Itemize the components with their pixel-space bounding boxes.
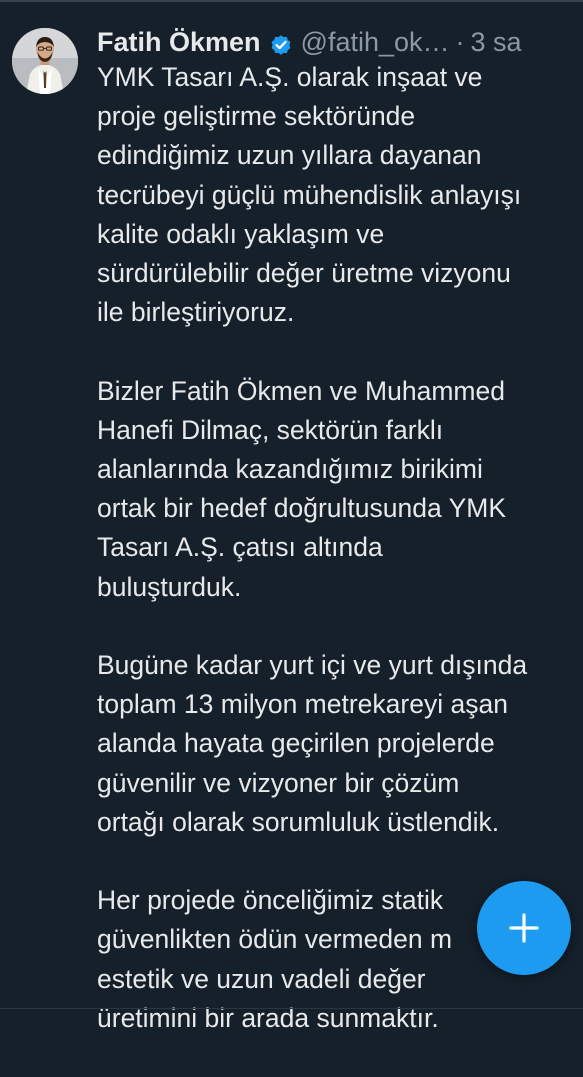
text-line: Hanefi Dilmaç, sektörün farklı: [97, 414, 444, 445]
tweet-paragraph: Bugüne kadar yurt içi ve yurt dışında to…: [97, 646, 577, 842]
verified-badge-icon[interactable]: [269, 30, 293, 55]
text-line: ile birleştiriyoruz.: [97, 297, 295, 328]
text-line: kalite odaklı yaklaşım ve: [97, 218, 385, 249]
text-line: Bizler Fatih Ökmen ve Muhammed: [97, 375, 505, 406]
avatar[interactable]: [12, 28, 78, 94]
author-name[interactable]: Fatih Ökmen: [97, 24, 261, 60]
text-line: alanda hayata geçirilen projelerde: [97, 728, 495, 759]
text-line: Bugüne kadar yurt içi ve yurt dışında: [97, 650, 528, 681]
text-line: Tasarı A.Ş. çatısı altında: [97, 532, 383, 563]
text-line: YMK Tasarı A.Ş. olarak inşaat ve: [97, 62, 483, 92]
plus-icon: [509, 913, 539, 943]
header-separator: ·: [455, 27, 465, 57]
text-line: sürdürülebilir değer üretme vizyonu: [97, 258, 511, 289]
text-line: güvenilir ve vizyoner bir çözüm: [97, 767, 460, 798]
text-line: buluşturduk.: [97, 571, 242, 602]
avatar-image: [12, 28, 78, 94]
tweet-paragraph: Bizler Fatih Ökmen ve Muhammed Hanefi Di…: [97, 372, 577, 607]
text-line: üretimini bir arada sunmaktır.: [97, 1002, 439, 1033]
text-line: proje geliştirme sektöründe: [97, 101, 416, 132]
tweet-paragraph: YMK Tasarı A.Ş. olarak inşaat ve proje g…: [97, 58, 577, 332]
tweet[interactable]: Fatih Ökmen @fatih_ok… · 3 sa YMK Tasarı…: [0, 2, 583, 1033]
compose-button[interactable]: [477, 881, 571, 975]
text-line: alanlarında kazandığımız birikimi: [97, 454, 483, 485]
author-handle[interactable]: @fatih_ok…: [301, 24, 450, 60]
tweet-header: Fatih Ökmen @fatih_ok… · 3 sa: [97, 24, 573, 60]
text-line: toplam 13 milyon metrekareyi aşan: [97, 689, 508, 720]
text-line: ortak bir hedef doğrultusunda YMK: [97, 493, 507, 524]
text-line: edindiğimiz uzun yıllara dayanan: [97, 140, 482, 171]
text-line: ortağı olarak sorumluluk üstlendik.: [97, 806, 500, 837]
bottom-divider: [0, 1008, 583, 1009]
tweet-timestamp[interactable]: 3 sa: [471, 24, 522, 60]
text-line: tecrübeyi güçlü mühendislik anlayışı: [97, 179, 522, 210]
